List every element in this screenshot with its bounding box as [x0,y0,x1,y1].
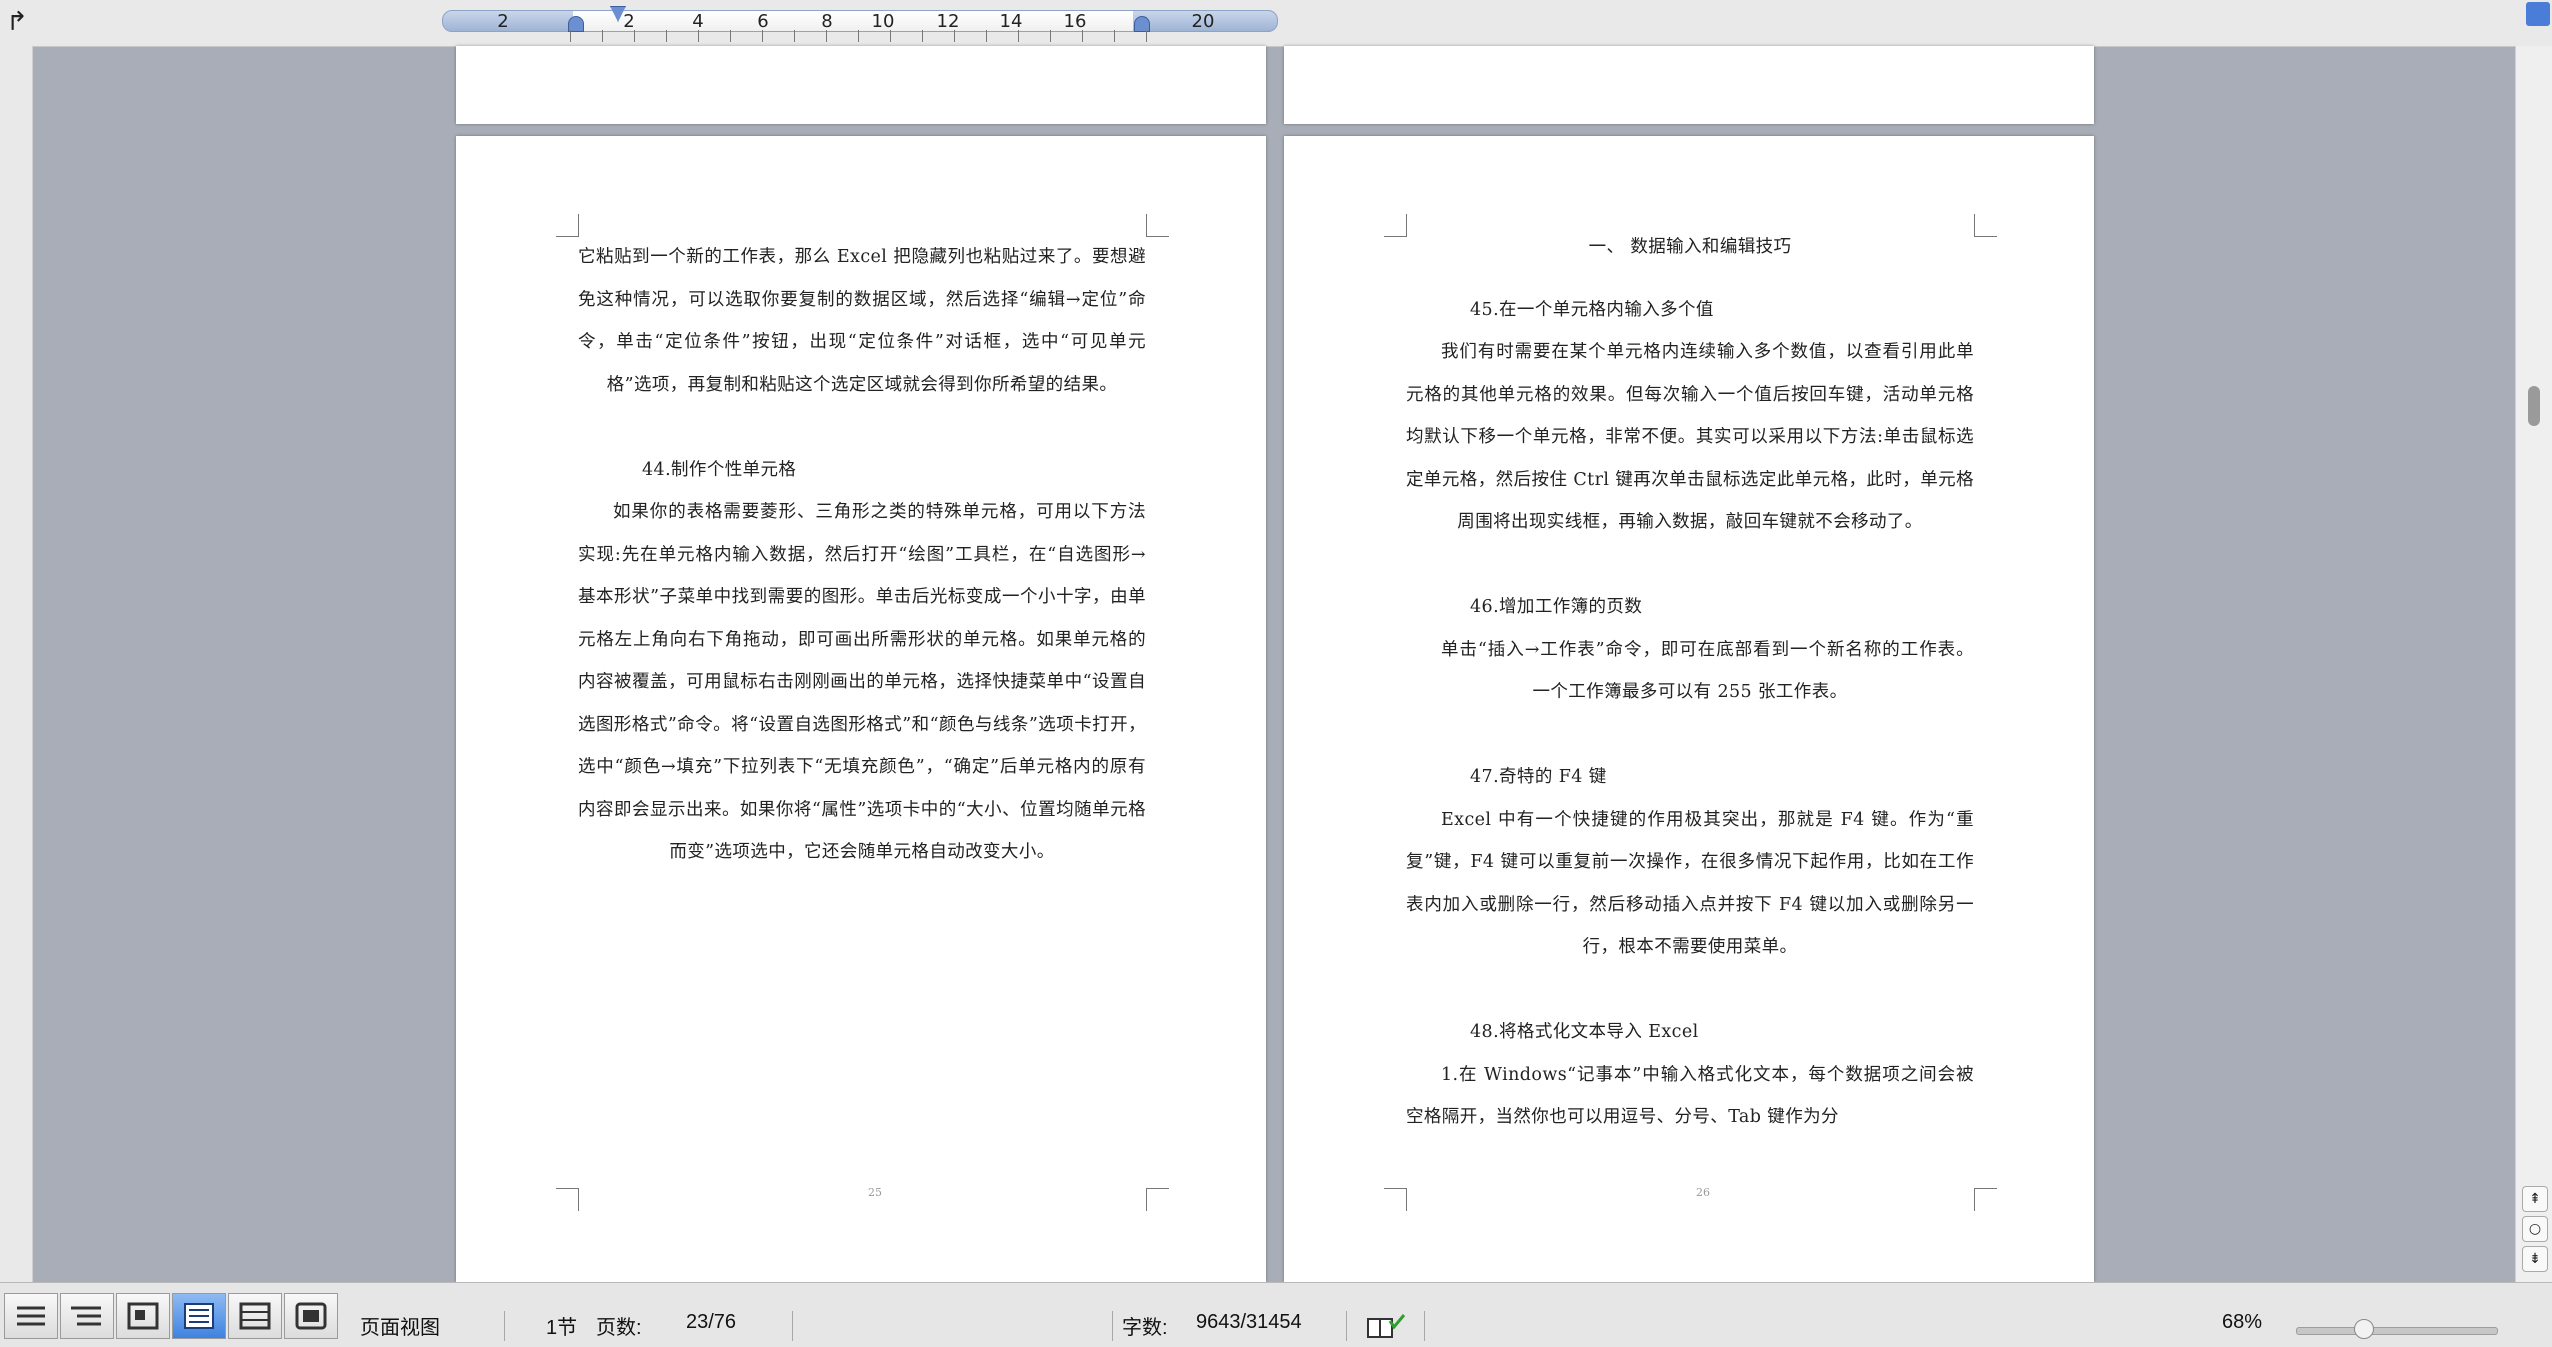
section-indicator: 1节 [546,1317,578,1339]
status-bar: 页面视图 1节 页数: 23/76 字数: 9643/31454 68% [0,1282,2552,1347]
ruler-number: 2 [497,11,509,32]
paragraph: 如果你的表格需要菱形、三角形之类的特殊单元格，可用以下方法实现:先在单元格内输入… [578,502,1146,862]
draft-view-button[interactable] [4,1293,58,1339]
section-heading: 48.将格式化文本导入 Excel [1470,1022,1699,1042]
previous-page-icon[interactable]: ⇞ [2522,1186,2548,1212]
paragraph: Excel 中有一个快捷键的作用极其突出，那就是 F4 键。作为“重复”键，F4… [1406,809,1974,958]
page-26[interactable]: 一、 数据输入和编辑技巧 45.在一个单元格内输入多个值 我们有时需要在某个单元… [1284,136,2094,1282]
word-count-label: 字数: [1122,1317,1168,1339]
pages-value: 23/76 [686,1311,737,1333]
paragraph: 我们有时需要在某个单元格内连续输入多个数值，以查看引用此单元格的其他单元格的效果… [1406,342,1974,532]
draft-view-icon [17,1306,45,1326]
chapter-title: 一、 数据输入和编辑技巧 [1588,237,1792,257]
page-body[interactable]: 一、 数据输入和编辑技巧 45.在一个单元格内输入多个值 我们有时需要在某个单元… [1406,226,1974,1139]
section-heading: 45.在一个单元格内输入多个值 [1470,299,1714,320]
margin-corner-mark [1974,1188,1997,1211]
next-page-icon[interactable]: ⇟ [2522,1246,2548,1272]
section-heading: 44.制作个性单元格 [642,459,797,480]
select-tool-icon[interactable]: ↱ [2,6,32,38]
pages-label: 页数: [596,1317,642,1339]
page-body[interactable]: 它粘贴到一个新的工作表，那么 Excel 把隐藏列也粘贴过来了。要想避免这种情况… [578,236,1146,874]
margin-corner-mark [1384,214,1407,237]
section-heading: 46.增加工作簿的页数 [1470,597,1643,617]
notebook-layout-icon [239,1302,271,1330]
word-count-value[interactable]: 9643/31454 [1196,1311,1302,1334]
previous-page-right [1284,46,2094,124]
scrollbar-thumb[interactable] [2528,386,2540,426]
section-heading: 47.奇特的 F4 键 [1470,767,1607,787]
margin-corner-mark [556,214,579,237]
ruler-number: 20 [1191,11,1215,32]
previous-page-left [456,46,1266,124]
page-number: 25 [868,1186,882,1199]
margin-corner-mark [1974,214,1997,237]
ruler-bar: ↱ 2 2 4 6 8 10 12 14 16 20 [0,0,2552,47]
paragraph: 它粘贴到一个新的工作表，那么 Excel 把隐藏列也粘贴过来了。要想避免这种情况… [578,247,1146,395]
zoom-slider-knob[interactable] [2354,1319,2374,1339]
margin-corner-mark [1146,1188,1169,1211]
vertical-ruler [0,46,33,1282]
browse-object-icon[interactable]: ○ [2522,1216,2548,1242]
ruler-toggle-icon[interactable] [2526,2,2550,26]
notebook-layout-view-button[interactable] [228,1293,282,1339]
publishing-layout-icon [127,1302,159,1330]
full-screen-icon [295,1302,327,1330]
page-25[interactable]: 它粘贴到一个新的工作表，那么 Excel 把隐藏列也粘贴过来了。要想避免这种情况… [456,136,1266,1282]
paragraph: 单击“插入→工作表”命令，即可在底部看到一个新名称的工作表。一个工作簿最多可以有… [1441,639,1974,703]
print-layout-icon [184,1303,214,1329]
paragraph: 1.在 Windows“记事本”中输入格式化文本，每个数据项之间会被空格隔开，当… [1406,1064,1974,1128]
ruler-ticks [570,30,1150,42]
ruler-text-area [573,11,1133,31]
outline-view-button[interactable] [60,1293,114,1339]
full-screen-view-button[interactable] [284,1293,338,1339]
print-layout-view-button[interactable] [172,1293,226,1339]
outline-view-icon [71,1306,101,1326]
margin-corner-mark [556,1188,579,1211]
spelling-check-icon[interactable] [1366,1313,1406,1341]
publishing-layout-view-button[interactable] [116,1293,170,1339]
zoom-level: 68% [2222,1311,2263,1333]
view-mode-label: 页面视图 [360,1317,440,1339]
page-number: 26 [1696,1186,1710,1199]
zoom-slider[interactable] [2296,1327,2498,1335]
margin-corner-mark [1146,214,1169,237]
vertical-scrollbar[interactable]: ⇞ ○ ⇟ [2515,46,2552,1282]
margin-corner-mark [1384,1188,1407,1211]
